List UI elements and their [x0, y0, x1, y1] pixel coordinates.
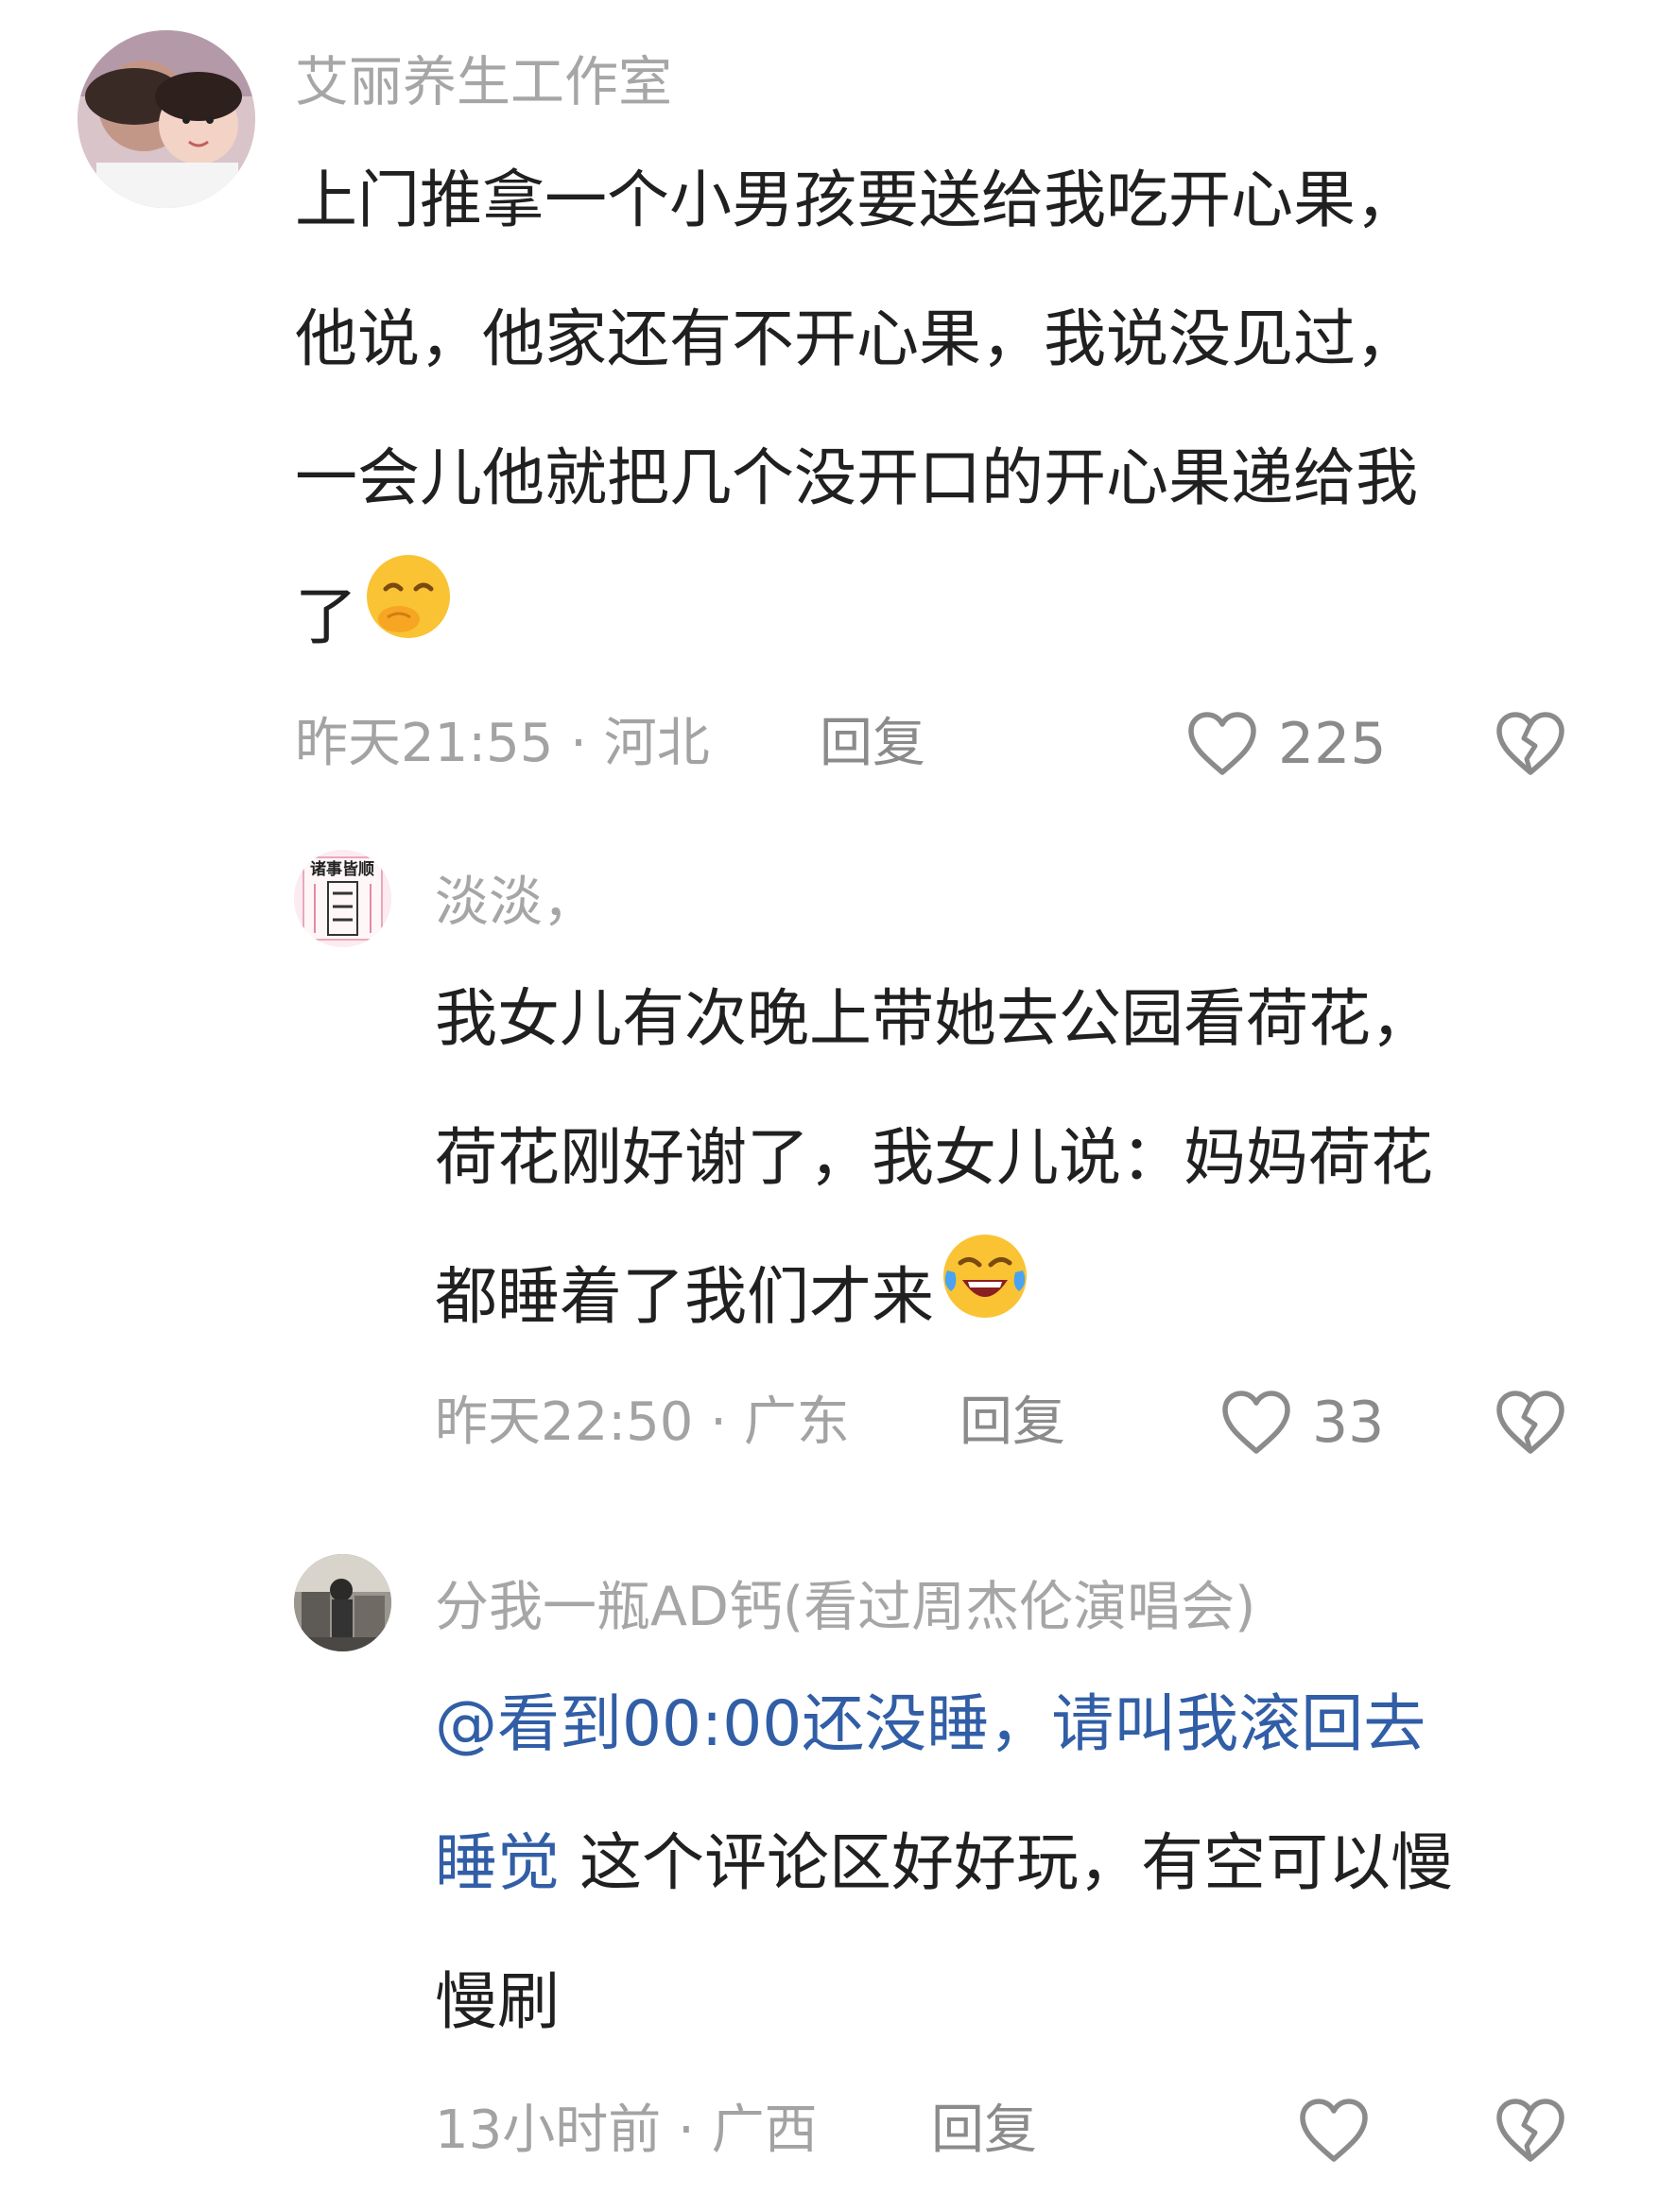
comment-line: 了	[295, 547, 1418, 686]
avatar[interactable]: 诸事皆顺	[294, 850, 391, 947]
mention-link[interactable]: @看到00:00还没睡，请叫我滚回去	[435, 1687, 1426, 1760]
heart-outline-icon	[1300, 2099, 1368, 2162]
comment-text: 我女儿有次晚上带她去公园看荷花， 荷花刚好谢了，我女儿说：妈妈荷花 都睡着了我们…	[435, 949, 1433, 1366]
comment-meta: 昨天22:50 · 广东 回复 33	[0, 1385, 1659, 1460]
time-location: 13小时前 · 广西	[435, 2100, 818, 2161]
comment-meta: 13小时前 · 广西 回复	[0, 2093, 1659, 2169]
comment-line: 一会儿他就把几个没开口的开心果递给我	[295, 441, 1418, 514]
laughing-crying-face-emoji	[938, 1229, 1032, 1372]
comment-username[interactable]: 分我一瓶AD钙(看过周杰伦演唱会)	[435, 1581, 1255, 1634]
comment-line-text: 都睡着了我们才来	[435, 1260, 934, 1333]
mention-link-continued[interactable]: 睡觉	[435, 1826, 560, 1899]
broken-heart-icon[interactable]	[1494, 710, 1567, 782]
like-count: 225	[1278, 711, 1387, 777]
reply-button[interactable]: 回复	[820, 706, 925, 782]
broken-heart-icon[interactable]	[1494, 2097, 1567, 2169]
comment-line: 他说，他家还有不开心果，我说没见过，	[295, 302, 1418, 375]
comment-username[interactable]: 艾丽养生工作室	[295, 56, 672, 110]
comment-line: 慢刷	[435, 1965, 560, 2038]
broken-heart-icon[interactable]	[1494, 1389, 1567, 1460]
comment-meta: 昨天21:55 · 河北 回复 225	[0, 706, 1659, 782]
svg-text:♪: ♪	[236, 179, 250, 202]
avatar[interactable]: ♪	[78, 30, 255, 208]
comment-line-text: 了	[295, 580, 357, 653]
heart-outline-icon	[1188, 712, 1256, 775]
avatar[interactable]	[294, 1554, 391, 1651]
comment-line: @看到00:00还没睡，请叫我滚回去	[435, 1654, 1453, 1793]
comment-line-text: 这个评论区好好玩，有空可以慢	[560, 1826, 1453, 1899]
reply-button[interactable]: 回复	[931, 2093, 1037, 2169]
comment-line: 上门推拿一个小男孩要送给我吃开心果，	[295, 164, 1418, 236]
comment-line: 我女儿有次晚上带她去公园看荷花，	[435, 982, 1433, 1055]
avatar-text: 诸事皆顺	[310, 859, 374, 879]
comment-line: 睡觉 这个评论区好好玩，有空可以慢	[435, 1793, 1453, 1932]
comment-text: @看到00:00还没睡，请叫我滚回去 睡觉 这个评论区好好玩，有空可以慢 慢刷	[435, 1654, 1453, 2071]
time-location: 昨天22:50 · 广东	[435, 1391, 850, 1453]
reply-button[interactable]: 回复	[959, 1385, 1065, 1460]
heart-outline-icon	[1222, 1391, 1290, 1454]
comment-line: 荷花刚好谢了，我女儿说：妈妈荷花	[435, 1121, 1433, 1194]
time-location: 昨天21:55 · 河北	[295, 713, 710, 774]
comment-username[interactable]: 淡淡，	[435, 875, 596, 929]
comment-text: 上门推拿一个小男孩要送给我吃开心果， 他说，他家还有不开心果，我说没见过， 一会…	[295, 130, 1418, 686]
smirk-face-emoji	[361, 549, 456, 692]
like-count: 33	[1312, 1390, 1385, 1456]
comment-line: 都睡着了我们才来	[435, 1227, 1433, 1366]
